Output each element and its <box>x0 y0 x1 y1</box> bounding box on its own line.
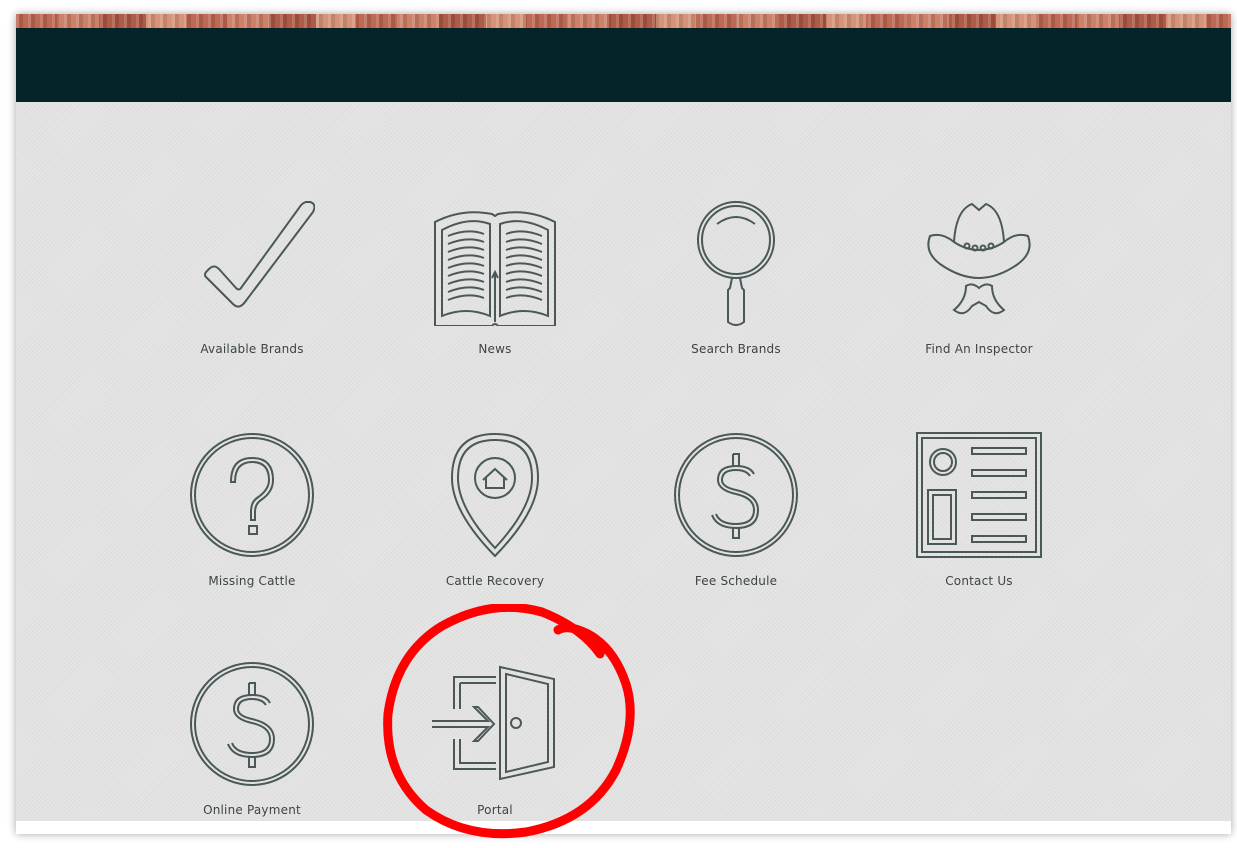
tile-search-brands[interactable]: Search Brands <box>646 200 826 380</box>
page-bottom-strip <box>16 821 1231 834</box>
browser-page: Available Brands News Search Brands Find… <box>16 14 1231 834</box>
tile-missing-cattle[interactable]: Missing Cattle <box>162 432 342 612</box>
tile-news[interactable]: News <box>405 200 585 380</box>
tile-contact-us[interactable]: Contact Us <box>889 432 1069 612</box>
door-enter-icon <box>432 665 555 781</box>
tile-available-brands[interactable]: Available Brands <box>162 200 342 380</box>
tile-online-payment[interactable]: Online Payment <box>162 661 342 834</box>
open-book-icon <box>434 211 556 326</box>
dollar-circle-icon <box>674 433 798 557</box>
tile-label: News <box>478 342 512 356</box>
tile-label: Fee Schedule <box>694 574 778 588</box>
magnifying-glass-icon <box>697 201 775 326</box>
tile-portal[interactable]: Portal <box>405 661 585 834</box>
dollar-circle-icon <box>190 662 314 786</box>
tile-label: Cattle Recovery <box>445 574 545 588</box>
checkmark-icon <box>204 201 315 308</box>
tile-label: Find An Inspector <box>925 342 1033 356</box>
tile-label: Missing Cattle <box>208 574 296 588</box>
contact-card-icon <box>916 432 1042 558</box>
question-circle-icon <box>190 433 314 557</box>
home-location-pin-icon <box>450 432 540 558</box>
tile-label: Available Brands <box>200 342 304 356</box>
tile-label: Portal <box>477 803 513 817</box>
tile-find-an-inspector[interactable]: Find An Inspector <box>889 200 1069 380</box>
tile-label: Contact Us <box>945 574 1013 588</box>
tile-fee-schedule[interactable]: Fee Schedule <box>646 432 826 612</box>
site-header-bar <box>16 28 1231 102</box>
tile-label: Online Payment <box>203 803 301 817</box>
tile-cattle-recovery[interactable]: Cattle Recovery <box>405 432 585 612</box>
cowboy-face-icon <box>927 202 1031 315</box>
tile-label: Search Brands <box>691 342 781 356</box>
wood-banner <box>16 14 1231 28</box>
icon-menu-area: Available Brands News Search Brands Find… <box>16 102 1231 821</box>
